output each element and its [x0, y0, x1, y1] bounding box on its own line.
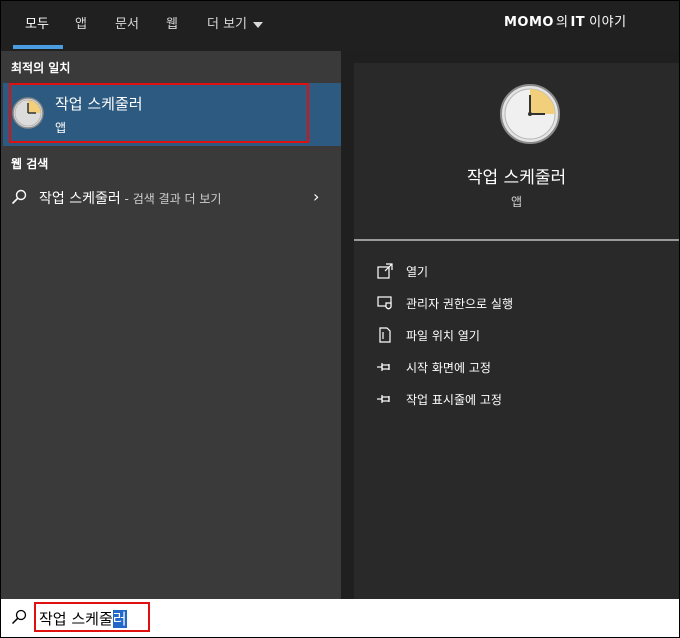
- open-icon: [377, 263, 393, 279]
- action-run-as-admin-label: 관리자 권한으로 실행: [406, 297, 513, 311]
- web-search-query: 작업 스케줄러 - 검색 결과 더 보기: [39, 188, 221, 208]
- tab-apps[interactable]: 앱: [75, 13, 87, 32]
- start-search-window: 모두 앱 문서 웹 더 보기 MOMO 의 IT 이야기 최적의 일치 작업 스케줄러…: [0, 0, 680, 638]
- watermark-part-4: 이야기: [589, 15, 627, 30]
- pin-icon: [377, 363, 390, 371]
- web-search-suffix: - 검색 결과 더 보기: [120, 192, 222, 206]
- highlight-box: [9, 83, 309, 143]
- tab-web[interactable]: 웹: [166, 13, 178, 32]
- action-open-label: 열기: [406, 265, 429, 279]
- web-search-query-text: 작업 스케줄러: [39, 191, 121, 207]
- search-bar[interactable]: 작업 스케줄러: [1, 599, 679, 637]
- shield-icon: [377, 296, 392, 310]
- search-icon: [11, 609, 27, 625]
- best-match-item[interactable]: 작업 스케줄러 앱: [3, 83, 341, 146]
- web-search-item[interactable]: 작업 스케줄러 - 검색 결과 더 보기 ›: [1, 181, 341, 213]
- web-search-heading: 웹 검색: [11, 157, 49, 171]
- best-match-heading: 최적의 일치: [11, 61, 71, 75]
- clock-icon-large: [500, 84, 560, 144]
- filter-tab-bar: 모두 앱 문서 웹 더 보기 MOMO 의 IT 이야기: [1, 1, 679, 51]
- action-pin-to-taskbar-label: 작업 표시줄에 고정: [406, 393, 502, 407]
- file-location-icon: [379, 327, 391, 343]
- best-match-type: 앱: [55, 121, 67, 135]
- clock-icon: [12, 97, 44, 129]
- caret-down-icon: [253, 21, 264, 28]
- action-open-file-location-label: 파일 위치 열기: [406, 329, 480, 343]
- pin-icon: [377, 395, 390, 403]
- preview-panel: 작업 스케줄러 앱 열기 관리자 권한으로 실행 파일 위치 열기 시작 화면에…: [354, 63, 679, 599]
- preview-divider: [354, 239, 679, 241]
- active-tab-indicator: [13, 45, 63, 49]
- search-typed-text: 작업 스케줄: [39, 610, 113, 628]
- tab-more[interactable]: 더 보기: [207, 13, 264, 32]
- chevron-right-icon[interactable]: ›: [313, 187, 319, 206]
- preview-app-type: 앱: [510, 195, 523, 209]
- preview-app-name: 작업 스케줄러: [466, 168, 567, 188]
- search-selected-text: 러: [112, 610, 127, 628]
- results-panel: 최적의 일치 작업 스케줄러 앱 웹 검색 작업 스케줄러 - 검색 결과 더 …: [1, 51, 341, 599]
- search-input[interactable]: 작업 스케줄러: [39, 608, 127, 629]
- watermark-logo: MOMO 의 IT 이야기: [504, 11, 627, 30]
- tab-documents[interactable]: 문서: [115, 13, 139, 32]
- best-match-name: 작업 스케줄러: [55, 95, 143, 113]
- action-pin-to-start-label: 시작 화면에 고정: [406, 361, 491, 375]
- watermark-part-3: IT: [570, 15, 586, 30]
- tab-all[interactable]: 모두: [25, 13, 49, 32]
- search-icon: [11, 189, 27, 205]
- tab-more-label: 더 보기: [207, 17, 248, 32]
- watermark-part-1: MOMO: [504, 15, 554, 30]
- watermark-part-2: 의: [555, 15, 569, 30]
